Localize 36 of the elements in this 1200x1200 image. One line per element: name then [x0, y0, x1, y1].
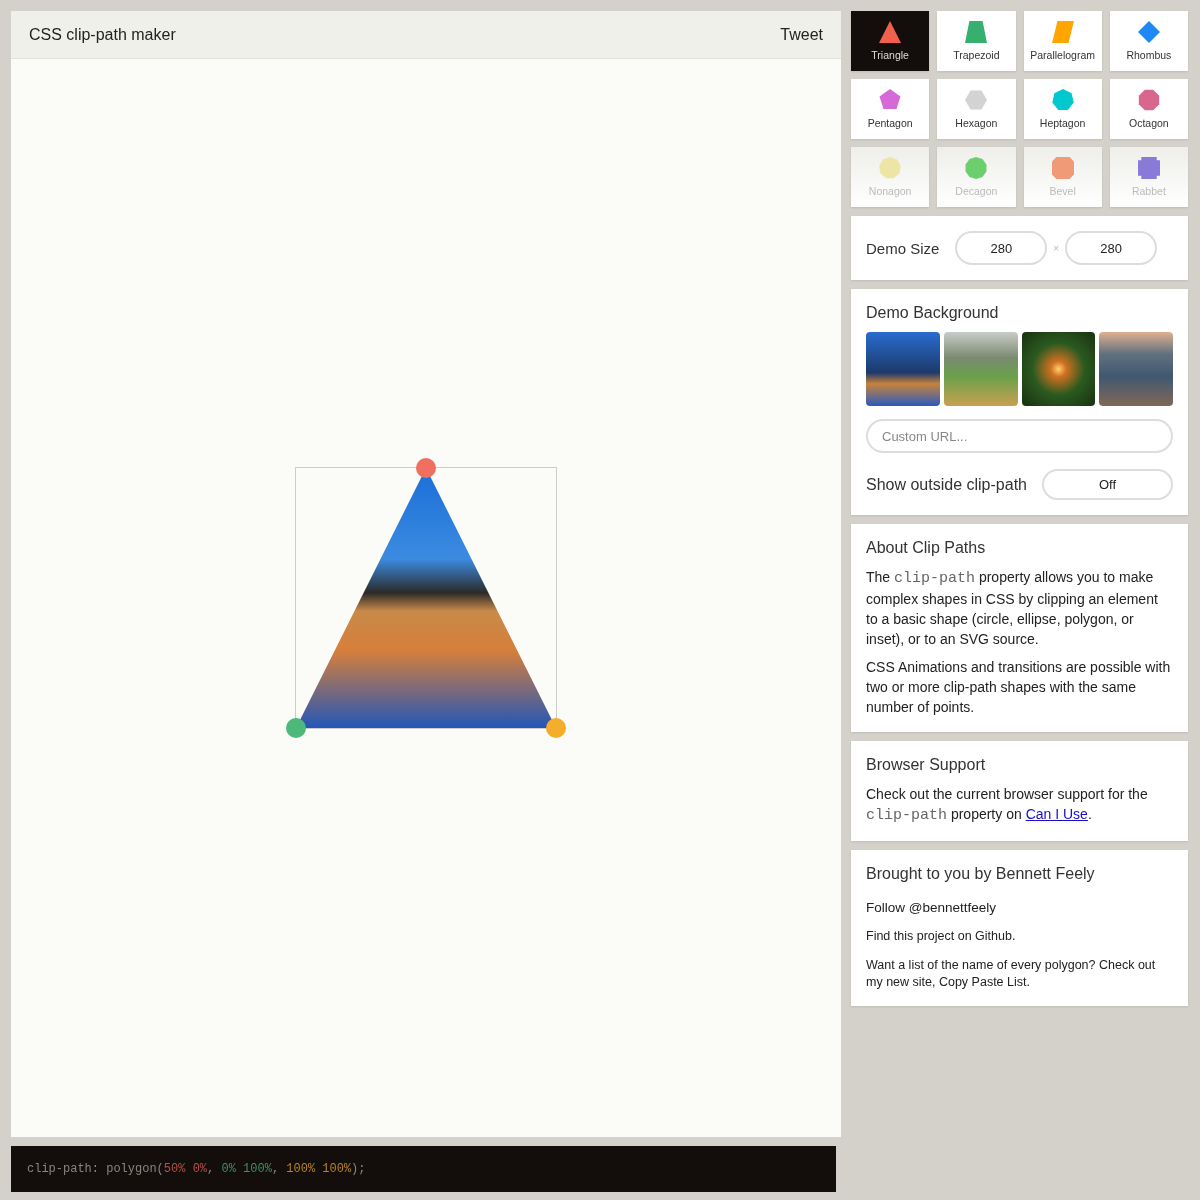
- paragraph: CSS Animations and transitions are possible with two or more clip-path shapes with the same number of points.: [866, 658, 1172, 717]
- shape-button[interactable]: Rhombus: [1109, 11, 1188, 71]
- photo-thumbnail[interactable]: [1021, 332, 1096, 406]
- section-title: Demo Background: [866, 304, 1000, 322]
- link[interactable]: Can I Use: [1025, 806, 1088, 822]
- photo-thumbnail[interactable]: [866, 332, 940, 406]
- drag-handle[interactable]: [546, 718, 566, 738]
- photo-thumbnail[interactable]: [1099, 332, 1173, 406]
- url-input[interactable]: Custom URL...: [866, 419, 1173, 453]
- shape-button[interactable]: Trapezoid: [937, 11, 1016, 71]
- shape-button[interactable]: Octagon: [1109, 79, 1188, 139]
- shape-button[interactable]: Parallelogram: [1023, 11, 1102, 71]
- times-sign: ×: [1053, 242, 1060, 254]
- shape-button[interactable]: Hexagon: [937, 79, 1016, 139]
- drag-handle[interactable]: [416, 458, 436, 478]
- paragraph: Follow @bennettfeely: [866, 899, 998, 916]
- height-input[interactable]: 280: [1065, 231, 1158, 265]
- drag-handle[interactable]: [286, 718, 306, 738]
- shape-button[interactable]: Heptagon: [1023, 79, 1102, 139]
- app-title: CSS clip-path maker: [29, 25, 176, 44]
- paragraph: The clip-path property allows you to make complex shapes in CSS by clipping an element to a basic shape (circle, ellipse, polygon, or inset), or to an SVG source.: [866, 568, 1159, 649]
- shape-button[interactable]: Pentagon: [851, 79, 930, 139]
- section-title: Brought to you by Bennett Feely: [866, 865, 1096, 883]
- css-code: clip-path: polygon(50% 0%, 0% 100%, 100% 100%);: [27, 1162, 366, 1176]
- toggle-label: Show outside clip-path: [866, 475, 1027, 494]
- photo-thumbnail[interactable]: [943, 332, 1018, 406]
- section-title: About Clip Paths: [866, 539, 987, 557]
- section-title: Browser Support: [866, 756, 987, 774]
- paragraph: Find this project on Github.: [866, 928, 1017, 945]
- tweet-link[interactable]: Tweet: [780, 25, 823, 44]
- toggle-button[interactable]: Off: [1042, 469, 1173, 500]
- field-label: Demo Size: [866, 239, 940, 257]
- paragraph: Check out the current browser support for the clip-path property on Can I Use.: [866, 785, 1149, 826]
- paragraph: Want a list of the name of every polygon? Check out my new site, Copy Paste List.: [866, 957, 1157, 991]
- width-input[interactable]: 280: [955, 231, 1048, 265]
- shape-button[interactable]: Triangle: [851, 11, 930, 71]
